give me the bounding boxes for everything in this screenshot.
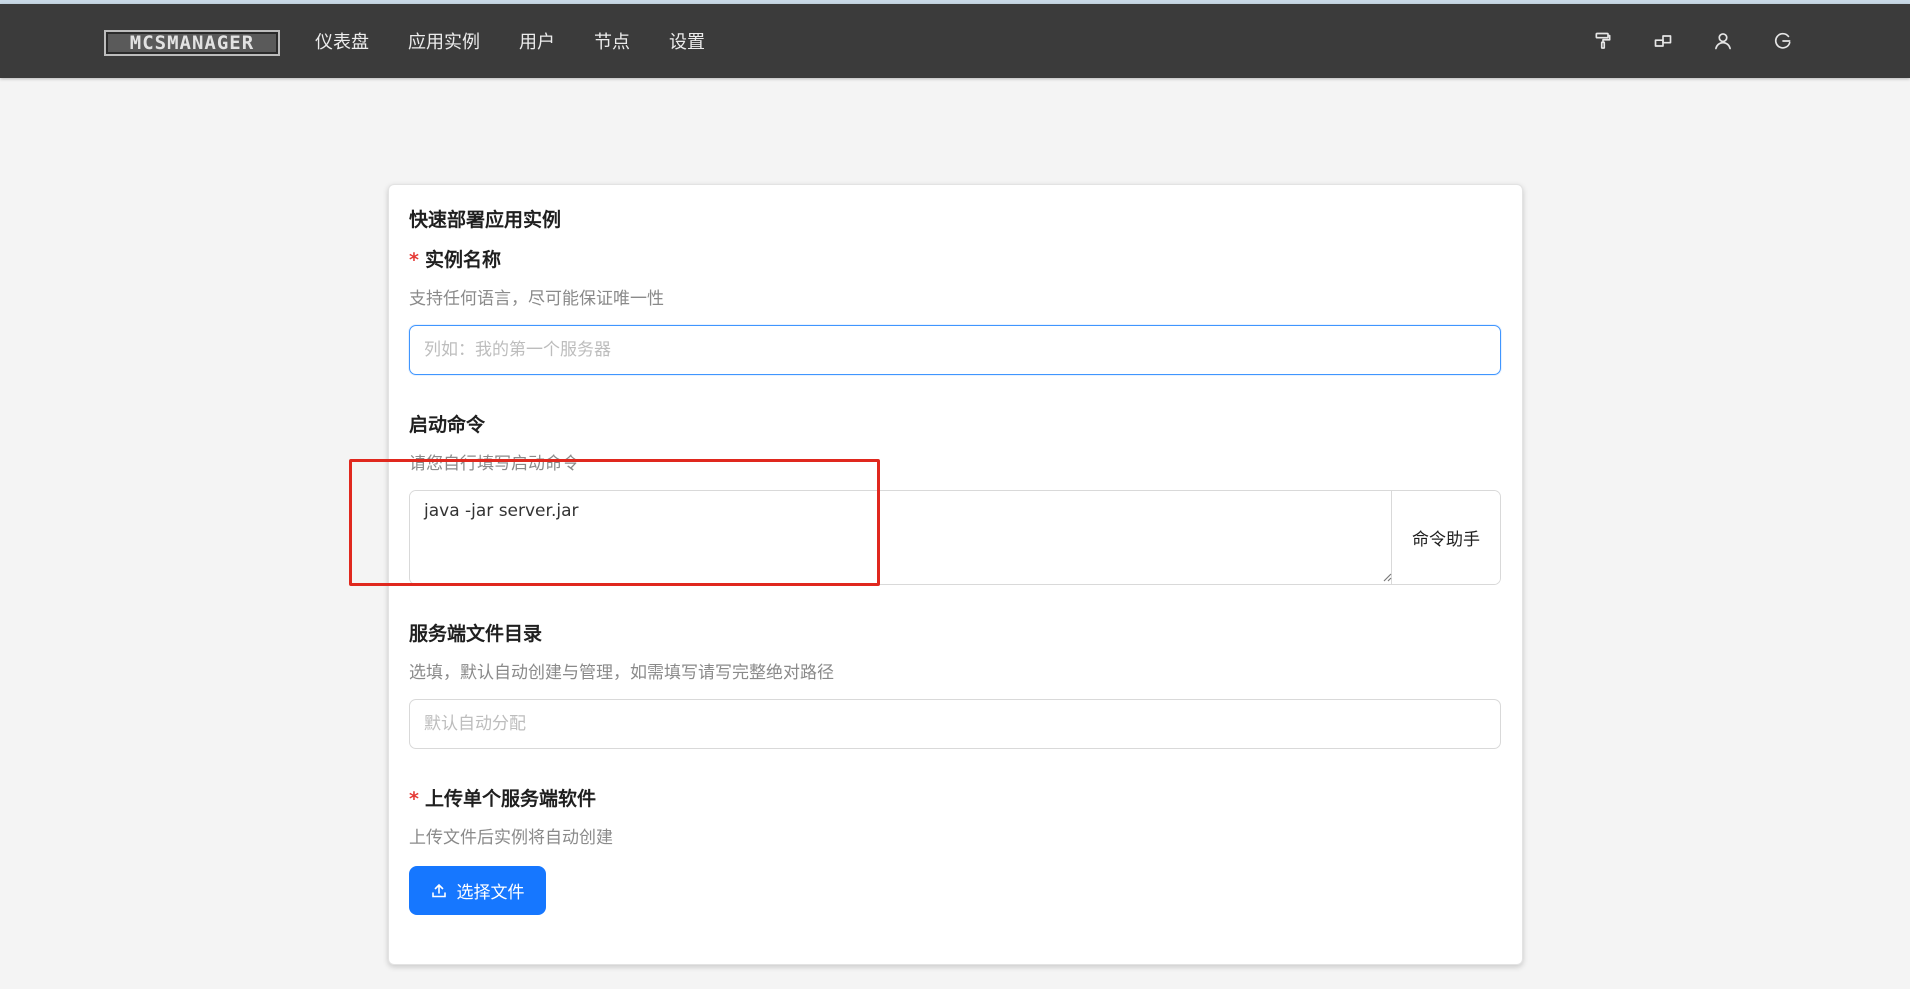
logout-icon[interactable] — [1772, 30, 1794, 52]
nav-item-dashboard[interactable]: 仪表盘 — [315, 28, 369, 54]
upload-label-text: 上传单个服务端软件 — [424, 788, 596, 810]
start-command-textarea[interactable] — [410, 491, 1391, 584]
select-file-button[interactable]: 选择文件 — [409, 866, 546, 915]
start-command-description: 请您自行填写启动命令 — [409, 454, 579, 474]
nav-item-nodes[interactable]: 节点 — [594, 28, 630, 54]
top-navigation-bar: MCSMANAGER 仪表盘 应用实例 用户 节点 设置 — [0, 4, 1910, 78]
required-mark: * — [409, 249, 419, 271]
server-directory-input[interactable] — [409, 699, 1501, 749]
resize-grip-icon[interactable] — [1382, 572, 1392, 582]
server-directory-description: 选填，默认自动创建与管理，如需填写请写完整绝对路径 — [409, 663, 834, 683]
quick-deploy-card: 快速部署应用实例 *实例名称 支持任何语言，尽可能保证唯一性 启动命令 请您自行… — [388, 184, 1523, 965]
upload-description: 上传文件后实例将自动创建 — [409, 828, 613, 848]
nav-item-instances[interactable]: 应用实例 — [408, 28, 480, 54]
mcsmanager-logo[interactable]: MCSMANAGER — [104, 30, 280, 56]
start-command-label: 启动命令 — [409, 414, 486, 436]
main-nav: 仪表盘 应用实例 用户 节点 设置 — [315, 4, 744, 78]
instance-name-input[interactable] — [409, 325, 1501, 375]
instance-name-description: 支持任何语言，尽可能保证唯一性 — [409, 289, 664, 309]
layout-icon[interactable] — [1652, 30, 1674, 52]
server-directory-label: 服务端文件目录 — [409, 623, 543, 645]
nav-item-settings[interactable]: 设置 — [669, 28, 705, 54]
required-mark: * — [409, 788, 419, 810]
start-command-group: 命令助手 — [409, 490, 1501, 585]
header-tools — [1554, 4, 1794, 78]
command-helper-button[interactable]: 命令助手 — [1391, 491, 1500, 584]
instance-name-label-text: 实例名称 — [424, 249, 501, 271]
paint-roller-icon[interactable] — [1592, 30, 1614, 52]
upload-label: * 上传单个服务端软件 — [409, 784, 596, 811]
instance-name-label: * 实例名称 — [409, 245, 501, 272]
upload-icon — [431, 883, 446, 897]
card-title: 快速部署应用实例 — [409, 209, 562, 231]
select-file-label: 选择文件 — [456, 883, 525, 903]
user-icon[interactable] — [1712, 30, 1734, 52]
nav-item-users[interactable]: 用户 — [519, 28, 555, 54]
